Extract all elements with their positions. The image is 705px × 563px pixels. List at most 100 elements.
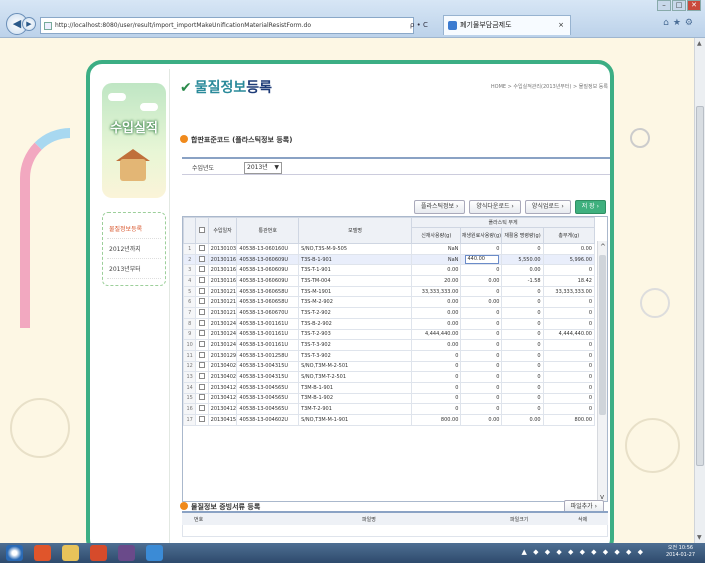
attachment-table: 번호 파일명 파일크기 삭제: [182, 511, 608, 537]
table-row[interactable]: 8 20130124 40538-13-001161U T3S-B-2-902 0.00…: [183, 317, 596, 330]
start-icon[interactable]: [6, 545, 23, 561]
row-checkbox-box[interactable]: [198, 383, 205, 390]
save-small-button[interactable]: 저 장 ›: [574, 200, 606, 214]
clock: 오전 10:56 2014-01-27: [666, 545, 695, 559]
row-checkbox-box[interactable]: [198, 394, 205, 401]
table-row[interactable]: 6 20130121 40538-13-060658U T3S-M-2-902 0.00…: [183, 296, 596, 309]
row-checkbox-box[interactable]: [198, 287, 205, 294]
table-row[interactable]: 12 20130402 40538-13-004315U S/NO,T3M-M-2-5…: [183, 360, 596, 373]
row-checkbox[interactable]: [195, 285, 209, 298]
page-scrollbar[interactable]: ▲ ▼: [694, 38, 705, 543]
cell-model: T3S-T-3-902: [298, 339, 413, 351]
sidebar-item-until-2012[interactable]: 2012년까지: [107, 239, 161, 259]
plastic-info-button[interactable]: 플라스틱정보 ›: [413, 200, 466, 214]
row-number: 12: [183, 360, 197, 373]
table-row[interactable]: 13 20130402 40538-13-004315U S/NO,T3M-T-2-5…: [183, 371, 596, 383]
row-checkbox-box[interactable]: [198, 373, 205, 380]
folder-icon[interactable]: [62, 545, 79, 561]
tab-main[interactable]: 폐기물부담금제도 ×: [443, 15, 571, 35]
cell-declaration: 40538-13-001258U: [236, 349, 300, 362]
row-checkbox-box[interactable]: [198, 330, 205, 337]
row-checkbox[interactable]: [195, 371, 209, 383]
row-checkbox[interactable]: [195, 317, 209, 330]
row-checkbox-box[interactable]: [198, 298, 205, 305]
row-checkbox[interactable]: [195, 414, 209, 426]
row-checkbox-box[interactable]: [198, 244, 205, 251]
row-checkbox[interactable]: [195, 253, 209, 266]
row-checkbox-box[interactable]: [198, 405, 205, 412]
section-plastic-title: 합판표준코드 (플라스틱정보 등록): [180, 135, 292, 145]
row-checkbox[interactable]: [195, 328, 209, 341]
table-row[interactable]: 5 20130121 40538-13-060658U T3S-M-1901 33,33…: [183, 285, 596, 298]
maximize-button[interactable]: □: [672, 0, 686, 11]
row-checkbox[interactable]: [195, 392, 209, 405]
row-checkbox[interactable]: [195, 339, 209, 351]
table-row[interactable]: 1 20130103 40538-13-060160U S/NO,T3S-M-9-50…: [183, 243, 596, 255]
recycled-input[interactable]: 440.00: [465, 255, 500, 264]
table-row[interactable]: 10 20130124 40538-13-001161U T3S-T-3-902 0.0…: [183, 339, 596, 351]
address-bar[interactable]: http://localhost:8080/user/result/import…: [40, 17, 414, 34]
cell-model: T3M-T-2-901: [298, 403, 413, 415]
scroll-down-icon[interactable]: ▼: [697, 534, 702, 541]
row-checkbox[interactable]: [195, 275, 209, 287]
row-checkbox[interactable]: [195, 307, 209, 319]
minimize-button[interactable]: –: [657, 0, 671, 11]
row-checkbox-box[interactable]: [198, 255, 205, 262]
table-row[interactable]: 11 20130129 40538-13-001258U T3S-T-3-902 0 0 0…: [183, 349, 596, 362]
row-checkbox[interactable]: [195, 403, 209, 415]
table-row[interactable]: 9 20130124 40538-13-001161U T3S-T-2-903 4,44…: [183, 328, 596, 341]
home-icon[interactable]: ⌂: [663, 18, 673, 28]
row-checkbox-box[interactable]: [198, 308, 205, 315]
close-button[interactable]: ✕: [687, 0, 701, 11]
address-tools[interactable]: ρ • C: [410, 17, 442, 34]
cell-total: 0: [542, 392, 596, 405]
table-row[interactable]: 16 20130412 40538-13-004565U T3M-T-2-901 0 0 0…: [183, 403, 596, 415]
favorites-icon[interactable]: ★: [673, 18, 685, 28]
table-row[interactable]: 4 20130116 40538-13-060609U T3S-TM-004 20.00…: [183, 275, 596, 287]
attach-header-size: 파일크기: [510, 517, 529, 523]
row-checkbox[interactable]: [195, 349, 209, 362]
ie-icon[interactable]: [146, 545, 163, 561]
scroll-up-icon[interactable]: ^: [600, 243, 606, 251]
row-checkbox-box[interactable]: [198, 415, 205, 422]
grid-scrollbar[interactable]: ^ v: [597, 241, 607, 501]
scroll-up-icon[interactable]: ▲: [697, 40, 702, 47]
row-checkbox[interactable]: [195, 296, 209, 309]
row-checkbox-box[interactable]: [198, 266, 205, 273]
table-row[interactable]: 2 20130116 40538-13-060609U T3S-B-1-901 NaN 4…: [183, 253, 596, 266]
year-select[interactable]: 2013년: [244, 162, 282, 174]
sidebar-item-from-2013[interactable]: 2013년부터: [107, 259, 161, 279]
template-upload-button[interactable]: 양식업로드 ›: [524, 200, 571, 214]
table-row[interactable]: 15 20130412 40538-13-004565U T3M-B-1-902 0 0 0…: [183, 392, 596, 405]
chrome-icon[interactable]: [34, 545, 51, 561]
table-row[interactable]: 3 20130116 40538-13-060609U T3S-T-1-901 0.00…: [183, 264, 596, 277]
row-checkbox[interactable]: [195, 381, 209, 394]
row-number: 8: [183, 317, 197, 330]
page-scroll-thumb[interactable]: [696, 106, 704, 466]
grid-scroll-thumb[interactable]: [599, 255, 606, 415]
cell-recycled: 0.00: [460, 275, 503, 287]
row-checkbox-box[interactable]: [198, 341, 205, 348]
page-title: ✔ 물질정보등록: [180, 80, 273, 96]
row-checkbox[interactable]: [195, 360, 209, 373]
table-row[interactable]: 17 20130415 40538-13-004602U S/NO,T3M-M-1-9…: [183, 414, 596, 426]
row-checkbox-box[interactable]: [198, 319, 205, 326]
select-all-checkbox[interactable]: [198, 226, 205, 233]
app-icon[interactable]: [118, 545, 135, 561]
tab-close-button[interactable]: ×: [558, 16, 564, 35]
row-checkbox[interactable]: [195, 264, 209, 277]
header-checkbox[interactable]: [195, 217, 209, 244]
browser-icon[interactable]: [90, 545, 107, 561]
row-checkbox-box[interactable]: [198, 362, 205, 369]
forward-button[interactable]: ▶: [22, 17, 36, 31]
cell-recycled: 0: [460, 264, 503, 277]
sidebar-item-material-info[interactable]: 물질정보등록: [107, 219, 161, 239]
cell-total: 0: [542, 381, 596, 394]
settings-icon[interactable]: ⚙: [685, 18, 697, 28]
row-checkbox[interactable]: [195, 243, 209, 255]
row-checkbox-box[interactable]: [198, 351, 205, 358]
row-checkbox-box[interactable]: [198, 276, 205, 283]
table-row[interactable]: 7 20130121 40538-13-060670U T3S-T-2-902 0.00…: [183, 307, 596, 319]
template-download-button[interactable]: 양식다운로드 ›: [469, 200, 521, 214]
table-row[interactable]: 14 20130412 40538-13-004565U T3M-B-1-901 0 0 0…: [183, 381, 596, 394]
